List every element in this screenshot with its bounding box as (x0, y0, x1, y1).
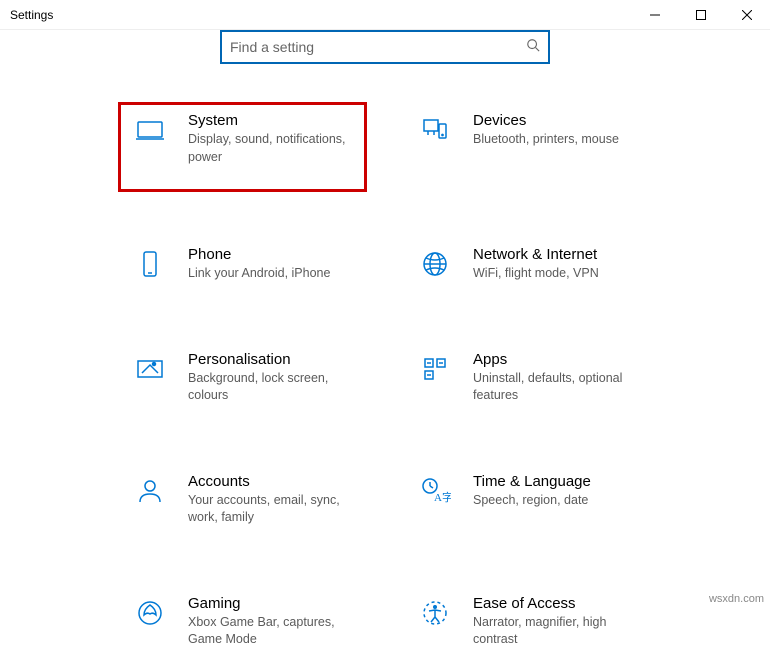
tile-title: Apps (473, 351, 638, 368)
tile-accounts[interactable]: Accounts Your accounts, email, sync, wor… (120, 465, 365, 539)
tile-personalisation[interactable]: Personalisation Background, lock screen,… (120, 343, 365, 417)
ease-of-access-icon (417, 595, 453, 631)
time-language-icon: A字 (417, 473, 453, 509)
tile-desc: Xbox Game Bar, captures, Game Mode (188, 614, 353, 649)
minimize-button[interactable] (632, 0, 678, 30)
search-input[interactable] (230, 39, 526, 55)
tile-desc: Your accounts, email, sync, work, family (188, 492, 353, 527)
tile-apps[interactable]: Apps Uninstall, defaults, optional featu… (405, 343, 650, 417)
person-icon (132, 473, 168, 509)
tile-system[interactable]: System Display, sound, notifications, po… (120, 104, 365, 190)
close-button[interactable] (724, 0, 770, 30)
tile-devices[interactable]: Devices Bluetooth, printers, mouse (405, 104, 650, 190)
tile-desc: Background, lock screen, colours (188, 370, 353, 405)
search-icon (526, 38, 540, 57)
tile-gaming[interactable]: Gaming Xbox Game Bar, captures, Game Mod… (120, 587, 365, 661)
tile-desc: Narrator, magnifier, high contrast (473, 614, 638, 649)
tile-title: System (188, 112, 353, 129)
tile-desc: WiFi, flight mode, VPN (473, 265, 599, 283)
maximize-button[interactable] (678, 0, 724, 30)
tile-title: Time & Language (473, 473, 591, 490)
tile-time-language[interactable]: A字 Time & Language Speech, region, date (405, 465, 650, 539)
tile-desc: Bluetooth, printers, mouse (473, 131, 619, 149)
tile-title: Personalisation (188, 351, 353, 368)
tile-desc: Speech, region, date (473, 492, 591, 510)
tile-desc: Uninstall, defaults, optional features (473, 370, 638, 405)
phone-icon (132, 246, 168, 282)
tile-ease-of-access[interactable]: Ease of Access Narrator, magnifier, high… (405, 587, 650, 661)
window-title: Settings (0, 8, 53, 22)
paintbrush-icon (132, 351, 168, 387)
tile-desc: Link your Android, iPhone (188, 265, 330, 283)
system-icon (132, 112, 168, 148)
tile-phone[interactable]: Phone Link your Android, iPhone (120, 238, 365, 295)
globe-icon (417, 246, 453, 282)
devices-icon (417, 112, 453, 148)
tile-title: Accounts (188, 473, 353, 490)
svg-text:A字: A字 (434, 490, 451, 504)
search-box[interactable] (220, 30, 550, 64)
tile-title: Devices (473, 112, 619, 129)
apps-icon (417, 351, 453, 387)
gaming-icon (132, 595, 168, 631)
tile-title: Phone (188, 246, 330, 263)
tile-title: Network & Internet (473, 246, 599, 263)
titlebar: Settings (0, 0, 770, 30)
tile-desc: Display, sound, notifications, power (188, 131, 353, 166)
tile-network[interactable]: Network & Internet WiFi, flight mode, VP… (405, 238, 650, 295)
watermark: wsxdn.com (709, 593, 764, 605)
